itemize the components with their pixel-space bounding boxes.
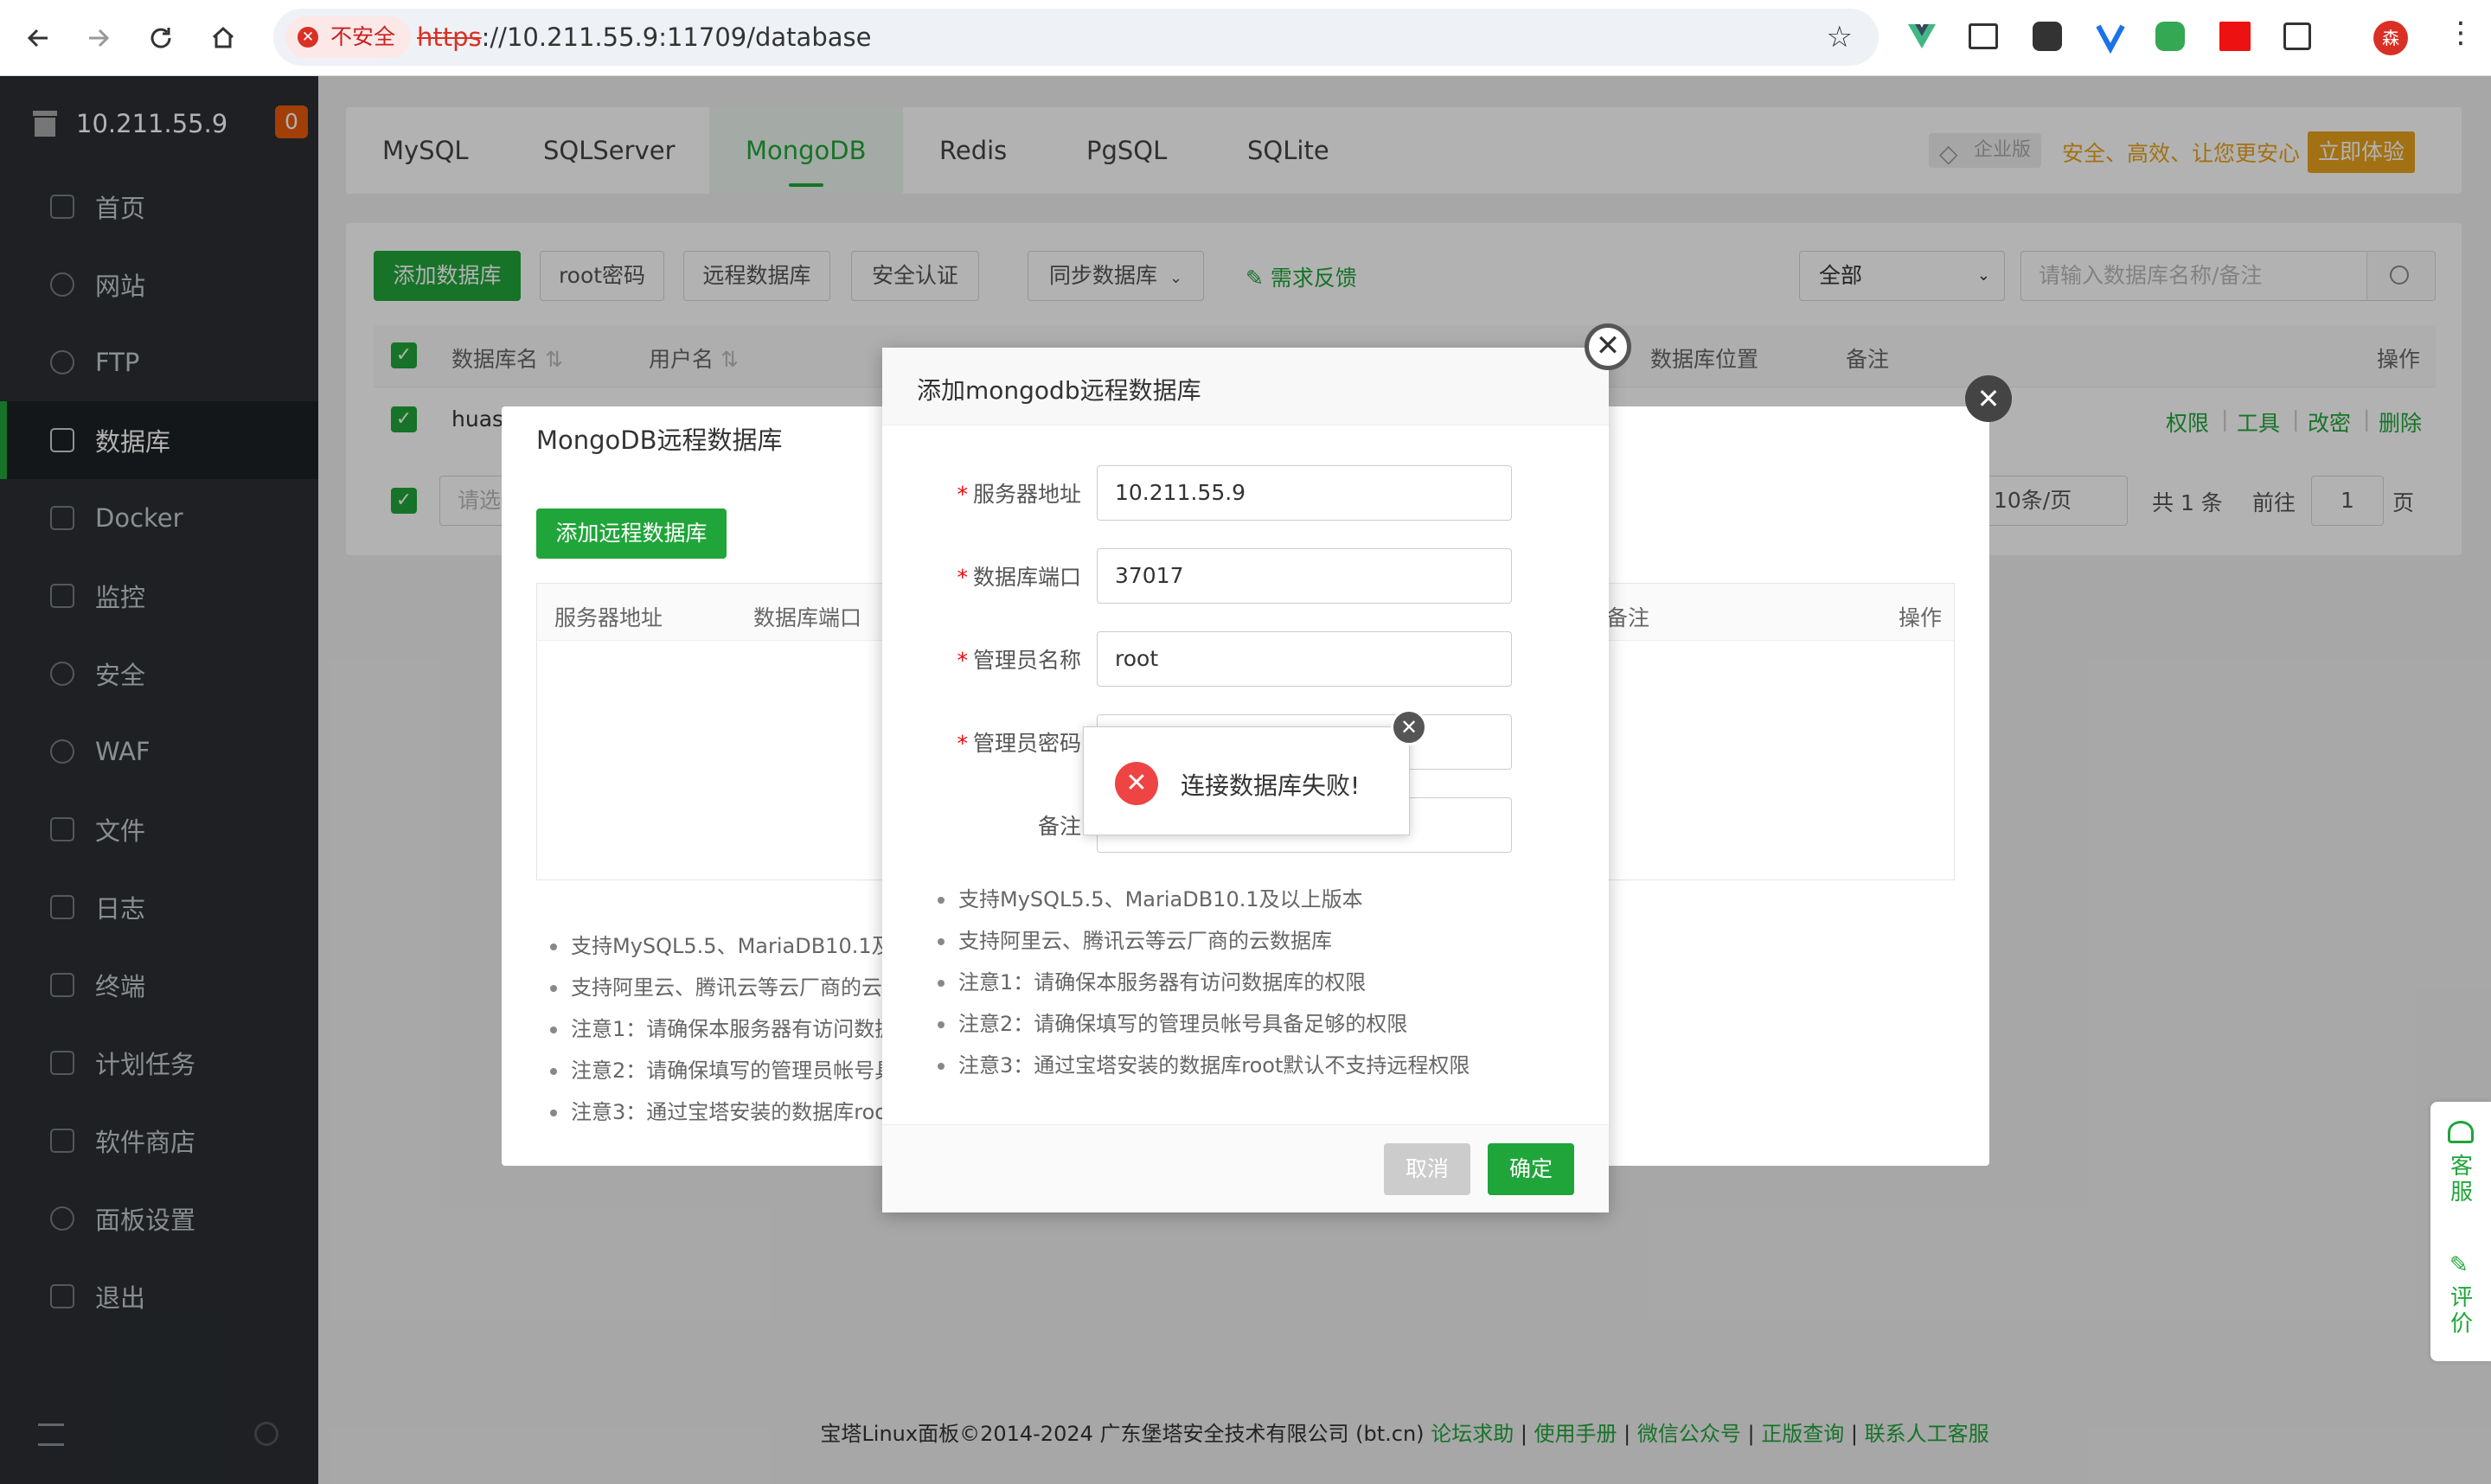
col-ops: 操作	[1899, 605, 1943, 630]
tip-item: 支持阿里云、腾讯云等云厂商的云	[550, 970, 882, 1001]
dialog-title: 添加mongodb远程数据库	[917, 376, 1201, 405]
rate-link[interactable]: 评价	[2449, 1285, 2474, 1337]
col-server: 服务器地址	[554, 605, 663, 630]
shield-ext-icon[interactable]	[2155, 22, 2185, 51]
url-text[interactable]: https://10.211.55.9:11709/database	[417, 9, 871, 66]
bookmark-star-icon[interactable]: ☆	[1827, 22, 1853, 52]
admin-name-label: * 管理员名称	[957, 648, 1081, 673]
menu-dots-icon[interactable]: ⋮	[2446, 16, 2475, 50]
tip-item: 注意3：通过宝塔安装的数据库root默认不支持远程权限	[938, 1048, 1470, 1078]
tip-item: 注意2：请确保填写的管理员帐号具备足够的权限	[938, 1007, 1407, 1037]
edit-icon: ✎	[2449, 1252, 2469, 1278]
floating-help-panel: 客服 ✎ 评价	[2430, 1102, 2491, 1361]
db-port-input[interactable]: 37017	[1097, 548, 1512, 604]
security-indicator[interactable]: ✕ 不安全	[285, 16, 412, 58]
col-remark: 备注	[1606, 605, 1650, 630]
remark-label: 备注	[1037, 814, 1081, 839]
tip-item: 注意1：请确保本服务器有访问数据库的权限	[938, 965, 1366, 995]
customer-service-link[interactable]: 客服	[2449, 1154, 2474, 1206]
close-toast-icon[interactable]: ✕	[1391, 709, 1427, 745]
puzzle-icon[interactable]	[2283, 22, 2311, 50]
server-address-input[interactable]: 10.211.55.9	[1097, 465, 1512, 521]
insecure-icon: ✕	[298, 27, 318, 48]
tip-item: 注意2：请确保填写的管理员帐号具	[550, 1053, 895, 1084]
db-port-label: * 数据库端口	[957, 565, 1081, 590]
vpn-ext-icon[interactable]	[2093, 19, 2128, 54]
close-remote-dialog-icon[interactable]: ✕	[1965, 375, 2012, 422]
tip-item: 支持阿里云、腾讯云等云厂商的云数据库	[938, 924, 1332, 954]
forward-icon[interactable]	[78, 17, 119, 59]
vue-devtools-icon[interactable]	[1905, 19, 1939, 54]
address-bar[interactable]: ✕ 不安全 https://10.211.55.9:11709/database…	[273, 9, 1879, 66]
tip-item: 支持MySQL5.5、MariaDB10.1及以上版本	[938, 882, 1363, 912]
admin-password-label: * 管理员密码	[957, 731, 1081, 756]
tip-item: 注意3：通过宝塔安装的数据库roo	[550, 1095, 887, 1125]
error-icon: ✕	[1115, 762, 1158, 805]
tip-item: 注意1：请确保本服务器有访问数据	[550, 1012, 895, 1042]
confirm-button[interactable]: 确定	[1488, 1143, 1574, 1195]
browser-toolbar: ✕ 不安全 https://10.211.55.9:11709/database…	[0, 0, 2491, 76]
add-remote-db-button[interactable]: 添加远程数据库	[536, 509, 727, 559]
red-ext-icon[interactable]	[2219, 22, 2251, 51]
admin-name-input[interactable]: root	[1097, 631, 1512, 687]
cancel-button[interactable]: 取消	[1384, 1143, 1470, 1195]
server-address-label: * 服务器地址	[957, 482, 1081, 507]
headset-icon	[2448, 1121, 2474, 1143]
screenshot-ext-icon[interactable]	[1969, 23, 1998, 49]
home-icon[interactable]	[202, 17, 244, 59]
toast-message: 连接数据库失败!	[1181, 771, 1361, 800]
tip-item: 支持MySQL5.5、MariaDB10.1及以	[550, 929, 913, 959]
close-add-dialog-icon[interactable]: ✕	[1585, 323, 1631, 370]
reload-icon[interactable]	[140, 17, 182, 59]
error-toast: ✕ 连接数据库失败!	[1083, 726, 1410, 835]
back-icon[interactable]	[17, 17, 59, 59]
profile-avatar[interactable]: 森	[2373, 21, 2408, 55]
dialog-title: MongoDB远程数据库	[536, 425, 783, 455]
col-port: 数据库端口	[753, 605, 862, 630]
extension-badge-icon[interactable]	[2033, 22, 2062, 51]
